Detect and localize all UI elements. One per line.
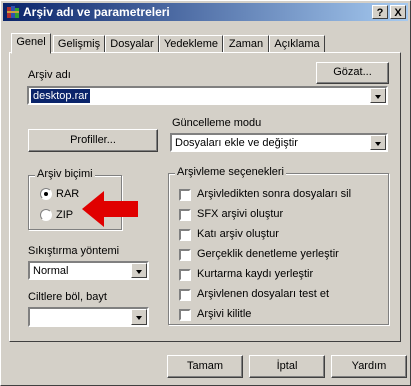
update-mode-select[interactable]: Dosyaları ekle ve değiştir [170,133,388,152]
close-title-button[interactable]: X [390,5,406,19]
update-mode-value: Dosyaları ekle ve değiştir [175,137,298,149]
option-checkbox[interactable] [179,289,191,301]
tab-genel[interactable]: Genel [11,33,51,54]
archive-name-value: desktop.rar [31,89,91,103]
option-recovery-label[interactable]: Kurtarma kaydı yerleştir [197,268,313,280]
option-solid-label[interactable]: Katı arşiv oluştur [197,228,279,240]
help-title-button[interactable]: ? [372,5,388,19]
rar-radio-label[interactable]: RAR [56,188,79,200]
update-mode-label: Güncelleme modu [172,117,262,129]
window-title: Arşiv adı ve parametreleri [23,5,170,19]
archive-format-label: Arşiv biçimi [35,168,95,180]
tab-yedekleme[interactable]: Yedekleme [159,35,223,53]
option-checkbox[interactable] [179,309,191,321]
red-arrow-icon [82,191,138,227]
option-checkbox[interactable] [179,269,191,281]
option-lock-label[interactable]: Arşivi kilitle [197,308,251,320]
rar-radio[interactable] [40,188,52,200]
title-bar[interactable]: Arşiv adı ve parametreleri ? X [3,3,408,21]
archive-name-label: Arşiv adı [28,69,71,81]
option-checkbox[interactable] [179,189,191,201]
option-sfx-label[interactable]: SFX arşivi oluştur [197,208,283,220]
option-checkbox[interactable] [179,249,191,261]
option-checkbox[interactable] [179,229,191,241]
compression-dropdown-icon[interactable] [131,263,147,278]
ok-button[interactable]: Tamam [167,355,243,378]
tab-zaman[interactable]: Zaman [223,35,269,53]
winrar-books-icon [7,6,19,18]
option-authenticity-label[interactable]: Gerçeklik denetleme yerleştir [197,248,339,260]
zip-radio[interactable] [40,209,52,221]
zip-radio-label[interactable]: ZIP [56,209,73,221]
split-volumes-select[interactable] [28,307,149,327]
archive-name-dropdown-icon[interactable] [370,88,386,103]
general-tab-panel: Arşiv adı Gözat... desktop.rar Güncellem… [9,52,401,342]
option-test-label[interactable]: Arşivlenen dosyaları test et [197,288,329,300]
profiles-button[interactable]: Profiller... [28,129,158,152]
update-mode-dropdown-icon[interactable] [370,135,386,150]
option-delete-after-label[interactable]: Arşivledikten sonra dosyaları sil [197,188,351,200]
browse-button[interactable]: Gözat... [316,62,389,84]
help-button[interactable]: Yardım [331,355,407,378]
option-checkbox[interactable] [179,209,191,221]
split-volumes-label: Ciltlere böl, bayt [28,291,107,303]
cancel-button[interactable]: İptal [249,355,325,378]
archive-name-field[interactable]: desktop.rar [27,86,388,105]
archive-options-label: Arşivleme seçenekleri [175,166,286,178]
compression-label: Sıkıştırma yöntemi [28,245,120,257]
tab-aciklama[interactable]: Açıklama [269,35,325,53]
compression-value: Normal [33,265,69,277]
compression-select[interactable]: Normal [28,261,149,280]
dialog-window: Arşiv adı ve parametreleri ? X Genel Gel… [0,0,411,386]
tab-gelismis[interactable]: Gelişmiş [53,35,105,53]
split-volumes-dropdown-icon[interactable] [131,309,147,325]
tab-dosyalar[interactable]: Dosyalar [105,35,159,53]
